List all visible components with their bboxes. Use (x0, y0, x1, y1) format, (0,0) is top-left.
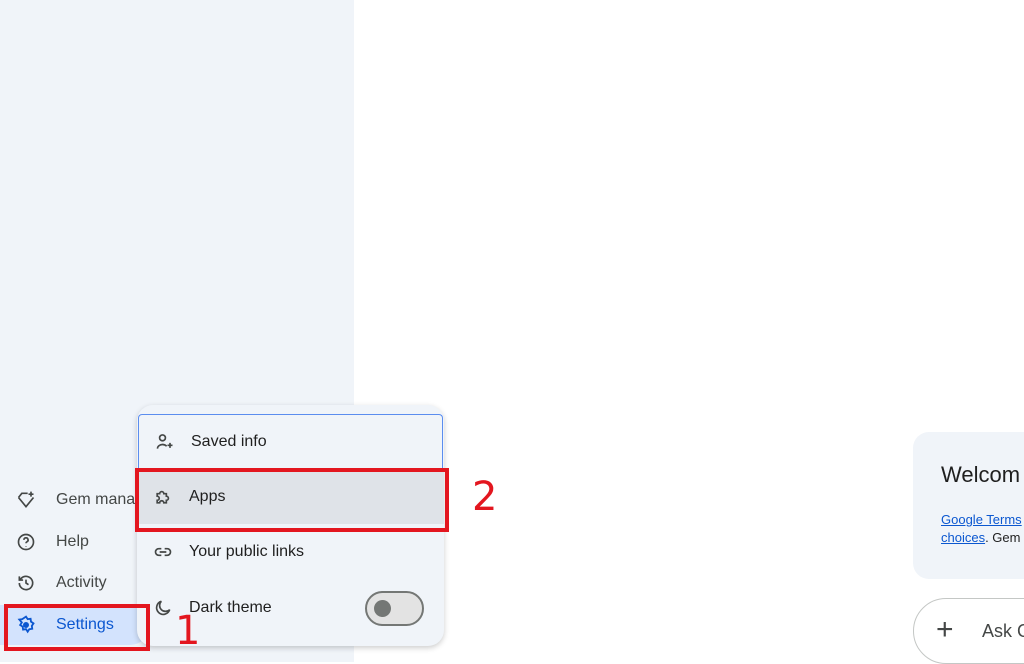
menu-item-label: Your public links (189, 543, 305, 560)
welcome-title: Welcom (941, 462, 1021, 487)
sidebar-item-gem-manager[interactable]: Gem mana (0, 480, 150, 520)
menu-item-saved-info[interactable]: Saved info (138, 414, 443, 469)
google-terms-link[interactable]: Google Terms (941, 512, 1022, 527)
link-icon (154, 547, 172, 557)
help-circle-icon (17, 533, 35, 551)
sidebar-item-label: Gem mana (56, 491, 136, 508)
dark-theme-toggle[interactable] (365, 591, 424, 626)
sidebar-item-label: Activity (56, 574, 107, 591)
welcome-text: . Gem (985, 530, 1021, 545)
choices-link[interactable]: choices (941, 530, 985, 545)
annotation-box-apps (135, 468, 449, 532)
prompt-input[interactable]: + Ask G (913, 598, 1024, 664)
history-icon (18, 575, 34, 591)
person-sparkle-icon (156, 434, 173, 449)
welcome-card: Welcom Google Terms choices. Gem (913, 432, 1024, 579)
annotation-number-1: 1 (175, 608, 201, 654)
sidebar-item-help[interactable]: Help (0, 522, 150, 562)
menu-item-public-links[interactable]: Your public links (137, 525, 444, 579)
sidebar-item-label: Help (56, 533, 89, 550)
menu-item-label: Saved info (191, 433, 267, 450)
annotation-box-settings (4, 604, 150, 651)
gem-sparkle-icon (17, 491, 35, 508)
prompt-placeholder: Ask G (982, 621, 1024, 641)
moon-icon (155, 600, 171, 616)
sidebar-item-activity[interactable]: Activity (0, 563, 150, 603)
plus-icon[interactable]: + (936, 615, 954, 645)
annotation-number-2: 2 (472, 474, 498, 520)
menu-item-label: Dark theme (189, 599, 272, 616)
